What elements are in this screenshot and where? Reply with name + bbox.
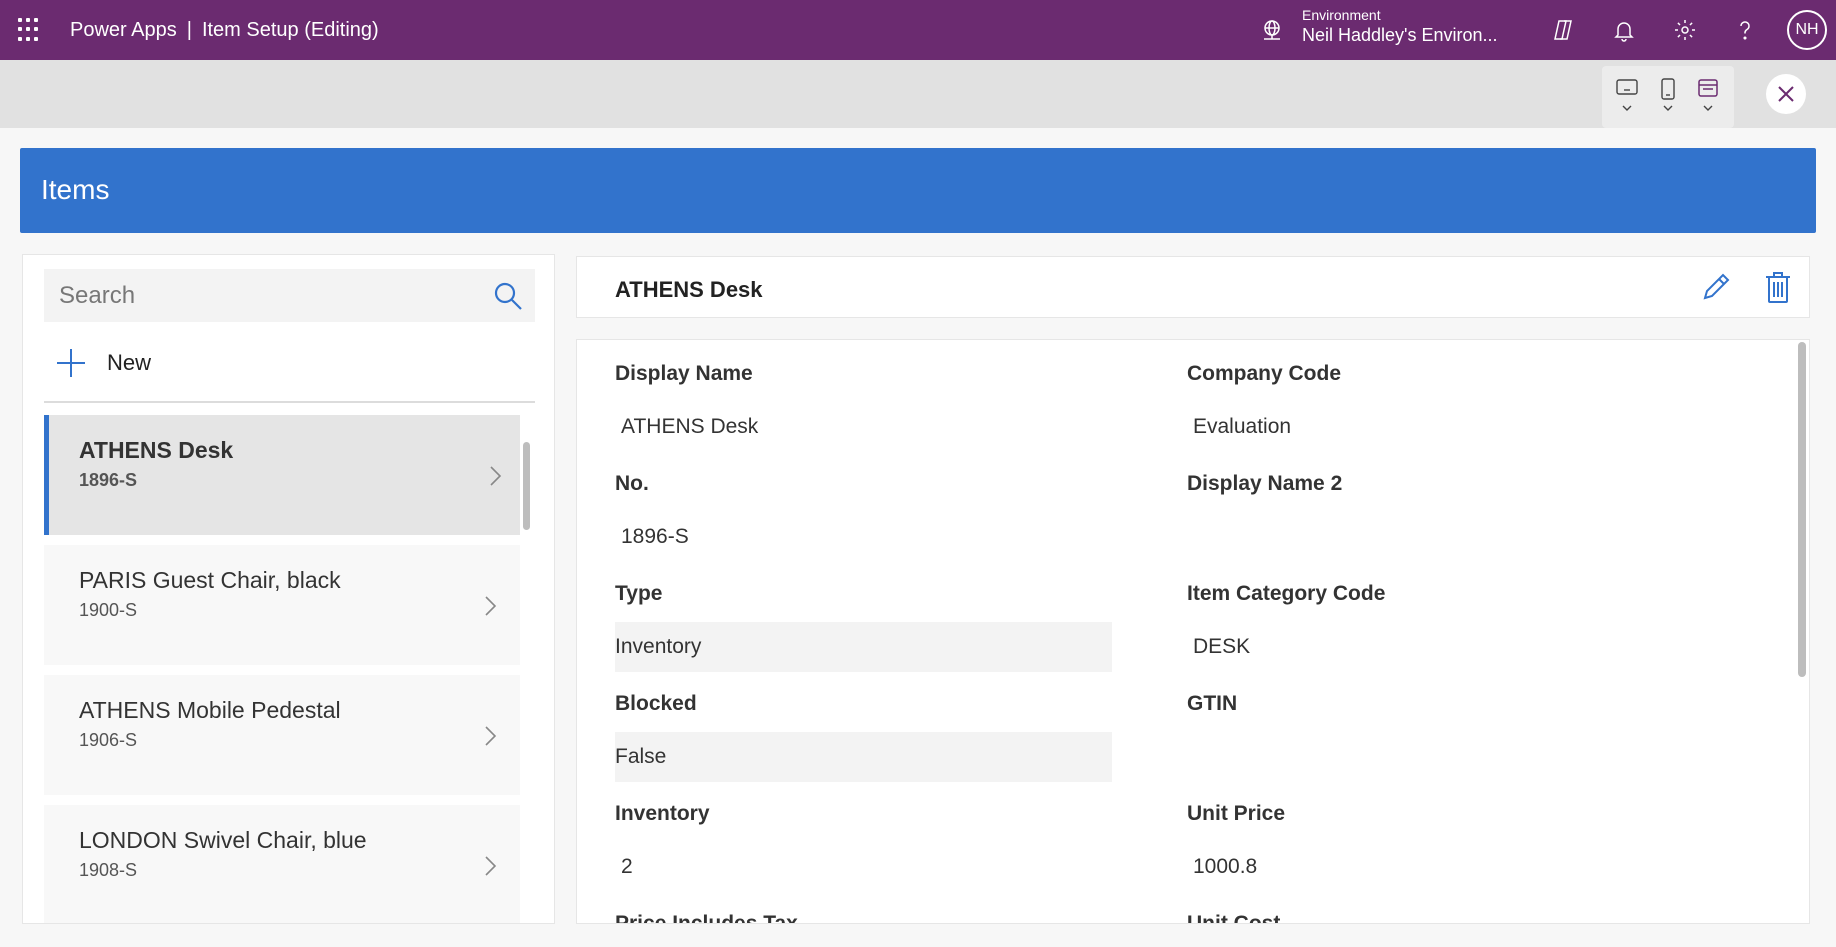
help-icon[interactable] — [1731, 16, 1759, 44]
delete-icon[interactable] — [1763, 270, 1793, 304]
company-code-value: Evaluation — [1193, 415, 1292, 438]
item-code: 1900-S — [79, 600, 138, 620]
gtin-field: GTIN — [1187, 692, 1687, 782]
unit-price-label: Unit Price — [1187, 802, 1286, 825]
new-item-button[interactable]: New — [57, 348, 151, 378]
blocked-label: Blocked — [615, 692, 697, 715]
screen-header: Items — [20, 148, 1816, 233]
environment-name: Neil Haddley's Environ... — [1302, 25, 1498, 45]
inventory-field: Inventory 2 — [615, 802, 1115, 892]
chevron-right-icon[interactable] — [489, 465, 503, 487]
environment-icon[interactable] — [1260, 18, 1284, 42]
chevron-right-icon[interactable] — [484, 725, 498, 747]
blocked-value: False — [615, 732, 1112, 782]
display-name-2-value — [1187, 512, 1687, 562]
detail-header: ATHENS Desk — [576, 256, 1810, 318]
item-code: 1906-S — [79, 730, 138, 750]
unit-price-value: 1000.8 — [1193, 855, 1258, 878]
title-separator: | — [186, 19, 192, 41]
item-category-code-value: DESK — [1193, 635, 1251, 658]
detail-title: ATHENS Desk — [615, 277, 763, 302]
screen-title: Item Setup (Editing) — [201, 19, 379, 41]
display-name-2-label: Display Name 2 — [1187, 472, 1343, 495]
item-code: 1896-S — [79, 470, 138, 490]
item-detail-form: Display Name ATHENS Desk Company Code Ev… — [576, 339, 1810, 924]
notifications-icon[interactable] — [1610, 16, 1638, 44]
environment-label: Environment — [1302, 7, 1381, 23]
avatar[interactable]: NH — [1787, 10, 1827, 50]
tablet-view-button[interactable] — [1612, 78, 1642, 122]
search-box — [44, 269, 535, 322]
blocked-field: Blocked False — [615, 692, 1115, 782]
unit-cost-field: Unit Cost — [1187, 912, 1687, 924]
close-preview-button[interactable] — [1766, 74, 1806, 114]
inventory-value: 2 — [621, 855, 633, 878]
type-label: Type — [615, 582, 663, 605]
gallery-scrollbar[interactable] — [523, 442, 530, 530]
chevron-right-icon[interactable] — [484, 855, 498, 877]
company-code-label: Company Code — [1187, 362, 1342, 385]
device-selector — [1602, 66, 1734, 128]
preview-toolbar — [0, 60, 1836, 128]
item-code: 1908-S — [79, 860, 138, 880]
no-label: No. — [615, 472, 649, 495]
divider — [44, 401, 535, 403]
gtin-label: GTIN — [1187, 692, 1238, 715]
items-gallery-panel: New ATHENS Desk 1896-S PARIS Guest Chair… — [22, 254, 555, 924]
screen-header-title: Items — [41, 174, 110, 205]
display-name-2-field: Display Name 2 — [1187, 472, 1687, 562]
app-canvas: Items New ATHENS Desk 1896-S PARIS Guest… — [0, 128, 1836, 947]
price-includes-tax-label: Price Includes Tax — [615, 912, 798, 924]
price-includes-tax-field: Price Includes Tax — [615, 912, 1115, 924]
new-item-label: New — [107, 350, 152, 375]
no-field: No. 1896-S — [615, 472, 1115, 562]
environment-picker[interactable]: Environment Neil Haddley's Environ... — [1302, 7, 1498, 46]
settings-icon[interactable] — [1671, 16, 1699, 44]
list-item[interactable]: PARIS Guest Chair, black 1900-S — [44, 545, 520, 665]
type-field: Type Inventory — [615, 582, 1115, 672]
list-item[interactable]: ATHENS Mobile Pedestal 1906-S — [44, 675, 520, 795]
display-name-field: Display Name ATHENS Desk — [615, 362, 1115, 452]
form-scrollbar[interactable] — [1798, 342, 1806, 677]
search-input[interactable] — [44, 269, 484, 322]
inventory-label: Inventory — [615, 802, 710, 825]
no-value: 1896-S — [621, 525, 689, 548]
plus-icon — [57, 349, 85, 377]
search-icon[interactable] — [493, 281, 523, 311]
app-title: Power Apps | Item Setup (Editing) — [70, 19, 379, 42]
app-launcher-icon[interactable] — [18, 18, 42, 42]
phone-view-button[interactable] — [1653, 78, 1683, 122]
item-category-code-field: Item Category Code DESK — [1187, 582, 1687, 672]
unit-cost-label: Unit Cost — [1187, 912, 1281, 924]
item-category-code-label: Item Category Code — [1187, 582, 1386, 605]
company-code-field: Company Code Evaluation — [1187, 362, 1687, 452]
display-name-value: ATHENS Desk — [621, 415, 759, 438]
gtin-value — [1187, 732, 1687, 782]
display-name-label: Display Name — [615, 362, 753, 385]
close-icon — [1778, 86, 1794, 102]
app-name[interactable]: Power Apps — [70, 19, 177, 41]
item-name: LONDON Swivel Chair, blue — [79, 827, 367, 853]
edit-icon[interactable] — [1699, 270, 1733, 304]
type-value: Inventory — [615, 622, 1112, 672]
web-view-button[interactable] — [1693, 78, 1723, 122]
item-name: ATHENS Mobile Pedestal — [79, 697, 341, 723]
item-name: ATHENS Desk — [79, 437, 234, 463]
list-item[interactable]: LONDON Swivel Chair, blue 1908-S — [44, 805, 520, 923]
list-item[interactable]: ATHENS Desk 1896-S — [44, 415, 520, 535]
item-name: PARIS Guest Chair, black — [79, 567, 341, 593]
app-header: Power Apps | Item Setup (Editing) Environm… — [0, 0, 1836, 60]
copilot-icon[interactable] — [1549, 16, 1577, 44]
chevron-right-icon[interactable] — [484, 595, 498, 617]
unit-price-field: Unit Price 1000.8 — [1187, 802, 1687, 892]
